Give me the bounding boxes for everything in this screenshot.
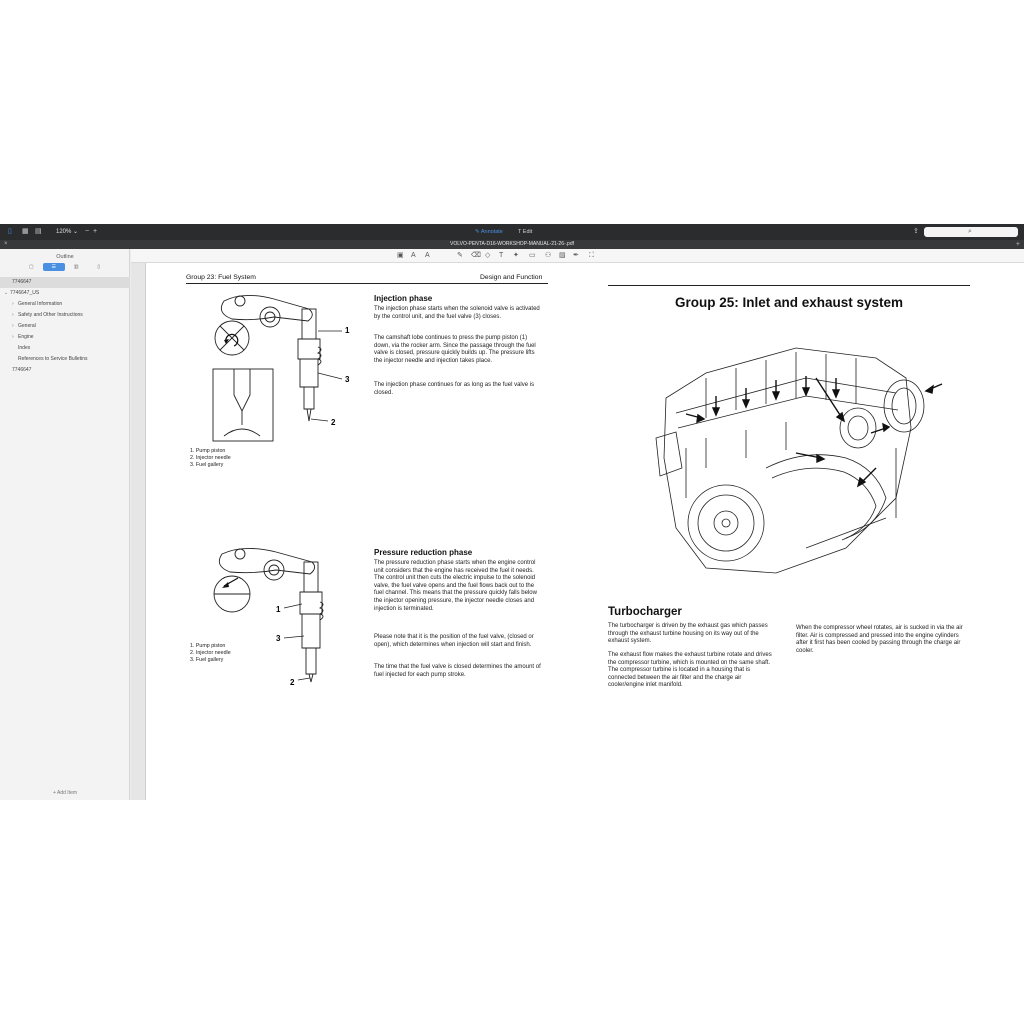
callout-label: 3 xyxy=(276,634,281,643)
callout-label: 3 xyxy=(345,375,350,384)
outline-item[interactable]: › Safety and Other Instructions xyxy=(0,310,130,321)
tab-title: VOLVO-PENTA-D16-WORKSHOP-MANUAL-21-26-.p… xyxy=(449,241,574,247)
engine-airflow-diagram xyxy=(655,347,943,574)
annotate-mode-button[interactable]: ✎ Annotate xyxy=(475,228,503,236)
paragraph: The camshaft lobe continues to press the… xyxy=(374,335,536,364)
image-icon[interactable]: ▨ xyxy=(559,252,566,260)
comment-icon[interactable]: ▭ xyxy=(529,252,536,260)
pdf-page-spread[interactable]: Group 23: Fuel System Design and Functio… xyxy=(145,263,1024,800)
sidebar-view-switcher: ▢ ☰ ▥ ▯ xyxy=(20,263,110,271)
outline-view-icon[interactable]: ☰ xyxy=(42,263,65,271)
paragraph: The injection phase starts when the sole… xyxy=(374,306,540,320)
outline-item[interactable]: 7746647 xyxy=(0,277,130,288)
pdf-reader-window: ▯ ▦ ▤ 120% ⌄ − + ✎ Annotate T Edit ⇪ ⌕ ×… xyxy=(0,224,1024,800)
highlight-icon[interactable]: A xyxy=(411,252,416,260)
search-icon: ⌕ xyxy=(968,228,972,235)
zoom-in-icon[interactable]: + xyxy=(93,228,97,236)
callout-label: 1 xyxy=(345,326,350,335)
toolbar: ▯ ▦ ▤ 120% ⌄ − + ✎ Annotate T Edit ⇪ ⌕ xyxy=(0,224,1024,240)
page-header-left: Group 23: Fuel System xyxy=(186,274,256,281)
sidebar-title: Outline xyxy=(56,254,74,260)
paragraph: The injection phase continues for as lon… xyxy=(374,382,535,396)
outline-list: 7746647 ⌄ 7746647_US › General Information… xyxy=(0,277,130,376)
thumbnails-view-icon[interactable]: ▢ xyxy=(20,263,43,271)
sidebar-toggle-icon[interactable]: ▯ xyxy=(8,228,12,236)
paragraph: The turbocharger is driven by the exhaus… xyxy=(608,623,768,645)
strikethrough-icon[interactable]: A xyxy=(425,252,430,260)
group-title: Group 25: Inlet and exhaust system xyxy=(674,295,904,310)
document-tab[interactable]: × VOLVO-PENTA-D16-WORKSHOP-MANUAL-21-26-… xyxy=(0,240,1024,249)
new-tab-icon[interactable]: + xyxy=(1016,240,1020,249)
paragraph: The exhaust flow makes the exhaust turbi… xyxy=(608,652,772,689)
eraser-icon[interactable]: ⌫ xyxy=(471,252,481,260)
outline-item[interactable]: Index xyxy=(0,343,130,354)
paragraph: The pressure reduction phase starts when… xyxy=(374,560,537,612)
signature-icon[interactable]: ✒ xyxy=(573,252,579,260)
header-rule xyxy=(608,285,970,286)
callout-label: 2 xyxy=(290,678,295,687)
text-select-icon[interactable]: ▣ xyxy=(397,252,404,260)
section-heading: Pressure reduction phase xyxy=(374,548,473,557)
edit-mode-button[interactable]: T Edit xyxy=(518,228,532,236)
callout-label: 2 xyxy=(331,418,336,427)
outline-item[interactable]: ⌄ 7746647_US xyxy=(0,288,130,299)
injector-diagram-pressure-reduction: 1 3 2 xyxy=(213,548,324,687)
injector-diagram-injection: 1 3 2 xyxy=(212,295,350,442)
outline-item[interactable]: › General Information xyxy=(0,299,130,310)
figure-legend: 1. Pump piston 2. Injector needle 3. Fue… xyxy=(190,448,231,468)
figure-legend: 1. Pump piston 2. Injector needle 3. Fue… xyxy=(190,643,231,663)
section-heading: Turbocharger xyxy=(608,606,682,618)
zoom-level[interactable]: 120% ⌄ xyxy=(56,228,78,236)
note-icon[interactable]: ✦ xyxy=(513,252,519,260)
header-rule xyxy=(186,283,548,284)
paragraph: Please note that it is the position of t… xyxy=(374,634,534,648)
search-input[interactable]: ⌕ xyxy=(924,227,1018,237)
paragraph: The time that the fuel valve is closed d… xyxy=(374,664,541,678)
annotations-view-icon[interactable]: ▯ xyxy=(88,263,111,271)
shape-icon[interactable]: ◇ xyxy=(485,252,490,260)
outline-item[interactable]: 7746647 xyxy=(0,365,130,376)
section-heading: Injection phase xyxy=(374,294,433,303)
share-icon[interactable]: ⇪ xyxy=(913,228,919,236)
bookmarks-view-icon[interactable]: ▥ xyxy=(65,263,88,271)
thumbnail-grid-icon[interactable]: ▦ xyxy=(22,228,29,236)
page-header-right: Design and Function xyxy=(480,274,543,281)
text-tool-icon[interactable]: T xyxy=(499,252,503,260)
outline-item[interactable]: › General xyxy=(0,321,130,332)
outline-item[interactable]: › Engine xyxy=(0,332,130,343)
paragraph: When the compressor wheel rotates, air i… xyxy=(796,625,963,654)
outline-sidebar: Outline ▢ ☰ ▥ ▯ 7746647 ⌄ 7746647_US › Gen… xyxy=(0,249,130,800)
annotation-toolbar: ▣ A A ✎ ⌫ ◇ T ✦ ▭ ⚇ ▨ ✒ ⛶ xyxy=(131,249,1024,263)
document-area: ▣ A A ✎ ⌫ ◇ T ✦ ▭ ⚇ ▨ ✒ ⛶ Group 23: Fuel… xyxy=(131,249,1024,800)
stamp-icon[interactable]: ⚇ xyxy=(545,252,551,260)
outline-item[interactable]: References to Service Bulletins xyxy=(0,354,130,365)
crop-icon[interactable]: ⛶ xyxy=(589,252,594,260)
callout-label: 1 xyxy=(276,605,281,614)
zoom-out-icon[interactable]: − xyxy=(85,228,89,236)
add-item-button[interactable]: + Add Item xyxy=(0,790,130,796)
page-layout-icon[interactable]: ▤ xyxy=(35,228,42,236)
pen-icon[interactable]: ✎ xyxy=(457,252,463,260)
